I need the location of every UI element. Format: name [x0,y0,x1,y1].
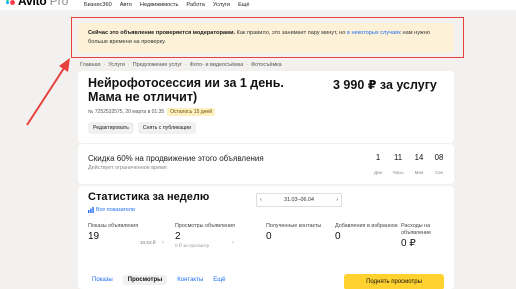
banner-text: Как правило, это занимает пару минут, но [235,30,347,36]
prev-period-icon[interactable]: ‹ [260,197,262,203]
breadcrumb-separator: · [246,62,249,68]
breadcrumb: Главная · Услуги · Предложение услуг · Ф… [80,62,282,68]
breadcrumb-offers[interactable]: Предложение услуг [133,62,182,68]
timer-days-unit: Дни [373,170,383,175]
banner-link[interactable]: в некоторых случаях [347,30,401,36]
stats-card: Статистика за неделю Все показатели ‹ 31… [78,186,454,289]
logo-dots-icon [4,0,16,7]
moderation-banner: Сейчас это объявление проверяется модера… [78,23,454,53]
date-range-value: 31.03–06.04 [284,197,314,203]
metric-label: Просмотры объявления [175,223,235,229]
days-left-badge: Осталось 15 дней [167,108,215,116]
nav-item-services[interactable]: Услуги [213,0,230,10]
raise-views-button[interactable]: Поднять просмотры [344,274,444,289]
timer-minutes: 14 Мин [409,151,429,175]
breadcrumb-home[interactable]: Главная [80,62,101,68]
tab-more[interactable]: Ещё [213,277,225,285]
promo-card[interactable]: Скидка 60% на продвижение этого объявлен… [78,144,454,184]
timer-days: 1 Дни [368,151,388,175]
all-metrics-link[interactable]: Все показатели [88,207,135,213]
timer-seconds: 08 Сек [429,151,449,175]
annotation-arrow-icon [26,58,70,126]
tab-contacts[interactable]: Контакты [177,277,203,285]
metric-expenses: Расходы на объявление 0 ₽ [401,223,454,249]
metric-value: 19 [88,231,100,242]
listing-id-date: № 7252532575, 20 марта в 01:35 [88,109,165,115]
timer-hours: 11 Часы [388,151,408,175]
listing-title: Нейрофотосессия ии за 1 день. Мама не от… [88,76,284,104]
tab-impressions[interactable]: Показы [92,277,113,285]
metric-sub: 0 ₽ за просмотр [175,243,210,248]
chart-icon [88,207,94,213]
metric-label: Расходы на объявление [401,223,432,236]
metric-value: 2 [175,231,181,242]
timer-days-value: 1 [375,153,381,162]
metric-value: 0 ₽ [401,238,416,249]
timer-hours-value: 11 [393,153,403,162]
metric-views: Просмотры объявления 2 0 ₽ за просмотр [175,223,235,249]
metric-value: 0 [335,231,341,242]
timer-seconds-value: 08 [434,153,444,162]
listing-price: 3 990 ₽ за услугу [333,78,437,92]
timer-seconds-unit: Сек [435,170,443,175]
page: Avito Pro Бизнес360 Авто Недвижимость Ра… [0,0,516,289]
nav-item-auto[interactable]: Авто [120,0,132,10]
chevron-right-icon: › [232,240,234,246]
listing-meta: № 7252532575, 20 марта в 01:35 Осталось … [88,108,215,116]
listing-actions: Редактировать Снять с публикации [88,122,196,134]
listing-card: Нейрофотосессия ии за 1 день. Мама не от… [78,71,454,143]
breadcrumb-separator: · [127,62,130,68]
promo-title: Скидка 60% на продвижение этого объявлен… [88,154,264,163]
nav-item-business360[interactable]: Бизнес360 [84,0,112,10]
nav-item-more[interactable]: Ещё [238,0,249,10]
stats-title: Статистика за неделю [88,191,210,203]
main-nav: Бизнес360 Авто Недвижимость Работа Услуг… [84,0,250,10]
metric-value: 0 [266,231,272,242]
all-metrics-label: Все показатели [96,207,135,213]
metric-impressions: Показы объявления 19 [88,223,138,242]
logo-text: Avito [18,0,47,8]
breadcrumb-separator: · [184,62,187,68]
timer-hours-unit: Часы [392,170,404,175]
cost-per-impression: 10,53 ₽ [140,240,156,245]
metric-label: Полученные контакты [266,223,322,229]
timer-minutes-unit: Мин [414,170,424,175]
top-nav: Avito Pro Бизнес360 Авто Недвижимость Ра… [0,0,516,10]
chevron-right-icon: › [162,240,164,246]
timer-minutes-value: 14 [414,153,424,162]
edit-button[interactable]: Редактировать [88,122,134,134]
breadcrumb-photo[interactable]: Фотосъёмка [251,62,282,68]
nav-item-realty[interactable]: Недвижимость [140,0,178,10]
nav-item-jobs[interactable]: Работа [186,0,204,10]
next-period-icon[interactable]: › [336,197,338,203]
logo-pro: Pro [49,0,69,8]
promo-subtitle: Действует ограниченное время [88,165,167,171]
tab-views[interactable]: Просмотры [122,275,168,285]
banner-bold-text: Сейчас это объявление проверяется модера… [88,30,236,36]
breadcrumb-services[interactable]: Услуги [108,62,125,68]
breadcrumb-separator: · [103,62,106,68]
metric-contacts: Полученные контакты 0 [266,223,321,242]
metric-label: Добавления в избранное [335,223,398,229]
metric-favorites: Добавления в избранное 0 [335,223,398,242]
unpublish-button[interactable]: Снять с публикации [137,122,196,134]
metric-label: Показы объявления [88,223,139,229]
stats-tabs: Показы Просмотры Контакты Ещё [92,275,225,285]
date-range-picker[interactable]: ‹ 31.03–06.04 › [256,193,342,207]
avito-logo[interactable]: Avito Pro [4,0,68,8]
breadcrumb-photo-video[interactable]: Фото- и видеосъёмка [190,62,243,68]
